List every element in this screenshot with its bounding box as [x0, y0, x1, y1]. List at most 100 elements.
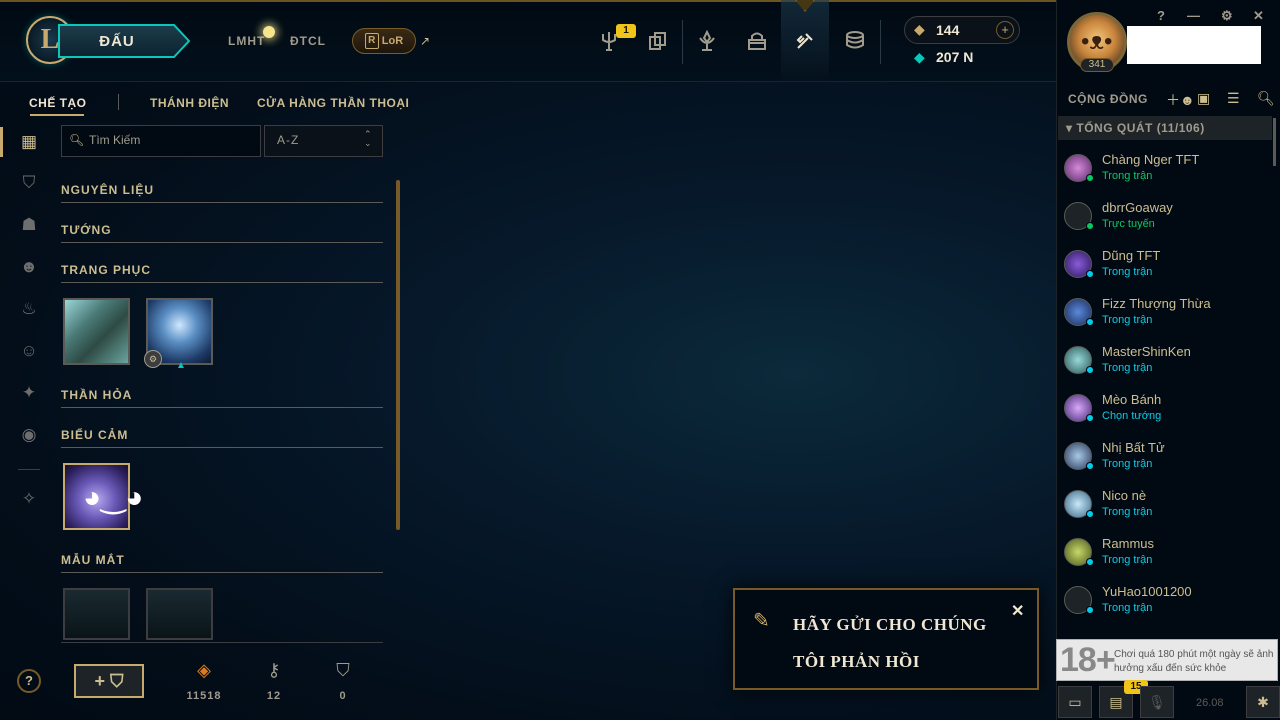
profile-icon-filter-icon[interactable]: ◉ [18, 424, 40, 446]
ward-skin-item[interactable] [146, 588, 213, 640]
close-button[interactable]: ✕ [1253, 8, 1264, 24]
friend-status: Trong trận [1102, 266, 1153, 278]
friend-name: Rammus [1102, 536, 1155, 551]
friend-row[interactable]: dbrrGoaway Trực tuyến [1058, 196, 1272, 244]
profile-header: •ᴥ• 341 ? — ⚙ ✕ [1056, 0, 1280, 82]
minimize-button[interactable]: — [1187, 8, 1200, 23]
help-icon[interactable]: ? [17, 669, 41, 693]
status-dot-icon [1086, 414, 1094, 422]
rail-active-indicator [0, 127, 3, 157]
social-title: CỘNG ĐỒNG [1068, 92, 1148, 106]
buy-rp-button[interactable]: + [996, 21, 1014, 39]
settings-button[interactable]: ⚙ [1221, 8, 1233, 24]
friend-row[interactable]: Nico nè Trong trận [1058, 484, 1272, 532]
summoner-name-redacted [1127, 26, 1261, 64]
ward-skin-item[interactable] [63, 588, 130, 640]
sort-selected: A-Z [277, 133, 300, 147]
friend-status: Trong trận [1102, 602, 1153, 614]
help-window-button[interactable]: ? [1157, 8, 1165, 23]
add-folder-icon[interactable]: ▣ [1197, 90, 1210, 107]
nav-lol-link[interactable]: LMHT [228, 34, 265, 48]
shard-type-icon: ⚙ [144, 350, 162, 368]
cards-icon[interactable] [640, 22, 674, 60]
friend-name: Mèo Bánh [1102, 392, 1162, 407]
loot-scrollbar[interactable] [396, 180, 400, 530]
sort-chevron-icon: ⌃ ⌄ [364, 129, 372, 148]
add-ward-button[interactable]: + ⛉ [74, 664, 144, 698]
friend-row[interactable]: YuHao1001200 Trong trận [1058, 580, 1272, 628]
friend-row[interactable]: MasterShinKen Trong trận [1058, 340, 1272, 388]
tab-mythic-shop[interactable]: CỬA HÀNG THẦN THOẠI [257, 96, 409, 110]
category-materials[interactable]: NGUYÊN LIỆU [61, 183, 154, 197]
list-view-icon[interactable]: ☰ [1227, 90, 1240, 107]
status-dot-icon [1086, 318, 1094, 326]
age-rating-label: 18+ [1060, 641, 1116, 679]
nav-divider [682, 20, 683, 64]
store-coins-icon[interactable] [838, 22, 872, 60]
category-divider [61, 572, 383, 573]
category-champions[interactable]: TƯỚNG [61, 223, 112, 237]
bug-report-icon[interactable]: ✱ [1246, 686, 1280, 718]
category-wards[interactable]: MẪU MẮT [61, 553, 125, 567]
friend-name: Chàng Nger TFT [1102, 152, 1200, 167]
friend-row[interactable]: Nhị Bất Tử Trong trận [1058, 436, 1272, 484]
lor-button[interactable]: R LoR [352, 28, 416, 54]
search-friends-icon[interactable]: 🔍︎ [1257, 90, 1275, 107]
eternals-flame-icon[interactable]: ♨ [18, 298, 40, 320]
skin-shard-item[interactable] [63, 298, 130, 365]
skin-mask-icon[interactable]: ☻ [18, 256, 40, 278]
social-scrollbar[interactable] [1273, 118, 1276, 166]
nav-divider [880, 20, 881, 64]
backpack-icon[interactable] [740, 22, 774, 60]
trophy-icon[interactable] [690, 22, 724, 60]
chat-icon[interactable]: ▭ [1058, 686, 1092, 718]
friend-row[interactable]: Mèo Bánh Chọn tướng [1058, 388, 1272, 436]
friend-row[interactable]: Chàng Nger TFT Trong trận [1058, 148, 1272, 196]
nav-notification-badge: 1 [616, 24, 636, 38]
category-divider [61, 447, 383, 448]
category-emotes[interactable]: BIỂU CẢM [61, 428, 128, 442]
play-button[interactable]: ĐẤU [58, 24, 190, 58]
friend-name: Nico nè [1102, 488, 1147, 503]
status-dot-icon [1086, 558, 1094, 566]
friend-row[interactable]: Dũng TFT Trong trận [1058, 244, 1272, 292]
ward-token-count: 0 [339, 690, 347, 702]
client-window: L ĐẤU LMHT ĐTCL R LoR ↗ 1 ◆ 144 + ◆ 207 … [0, 0, 1280, 720]
misc-loot-icon[interactable]: ✧ [18, 488, 40, 510]
emote-face-icon[interactable]: ☺ [18, 340, 40, 362]
notification-glow-icon [263, 26, 275, 38]
status-dot-icon [1086, 174, 1094, 182]
crafting-icon[interactable] [788, 22, 822, 60]
orange-essence-count: 11518 [186, 690, 222, 702]
friend-name: YuHao1001200 [1102, 584, 1192, 599]
status-dot-icon [1086, 270, 1094, 278]
tft-little-legend-icon[interactable]: ✦ [18, 382, 40, 404]
edit-icon: ✎ [753, 610, 770, 632]
friend-name: dbrrGoaway [1102, 200, 1173, 215]
friend-row[interactable]: Fizz Thượng Thừa Trong trận [1058, 292, 1272, 340]
tab-sanctum[interactable]: THÁNH ĐIỆN [150, 96, 229, 110]
add-friend-icon[interactable]: ＋☻ [1166, 90, 1195, 110]
external-link-icon: ↗ [420, 34, 431, 48]
search-icon: 🔍︎ [69, 133, 85, 147]
friend-status: Chọn tướng [1102, 410, 1162, 422]
nav-tft-link[interactable]: ĐTCL [290, 34, 326, 48]
friend-row[interactable]: Rammus Trong trận [1058, 532, 1272, 580]
close-icon[interactable]: ✕ [1011, 601, 1024, 621]
rail-divider [18, 469, 40, 470]
ward-filter-icon[interactable]: ⛉ [18, 172, 40, 194]
rp-amount: 144 [936, 22, 960, 38]
friend-name: MasterShinKen [1102, 344, 1191, 359]
tab-crafting[interactable]: CHẾ TẠO [29, 96, 87, 110]
friend-status: Trong trận [1102, 314, 1153, 326]
grid-all-icon[interactable]: ▦ [18, 131, 40, 153]
category-skins[interactable]: TRANG PHỤC [61, 263, 151, 277]
orange-essence-icon: ◈ [197, 660, 211, 680]
age-warning-text: Chơi quá 180 phút một ngày sẽ ảnh hưởng … [1114, 649, 1274, 674]
lor-logo-icon: R [364, 33, 379, 49]
champion-helmet-icon[interactable]: ☗ [18, 214, 40, 236]
friend-status: Trong trận [1102, 170, 1153, 182]
microphone-icon[interactable]: 🎙︎ [1140, 686, 1174, 718]
category-eternals[interactable]: THẦN HỎA [61, 388, 132, 402]
feedback-text[interactable]: HÃY GỬI CHO CHÚNG TÔI PHẢN HỒI [793, 606, 993, 680]
